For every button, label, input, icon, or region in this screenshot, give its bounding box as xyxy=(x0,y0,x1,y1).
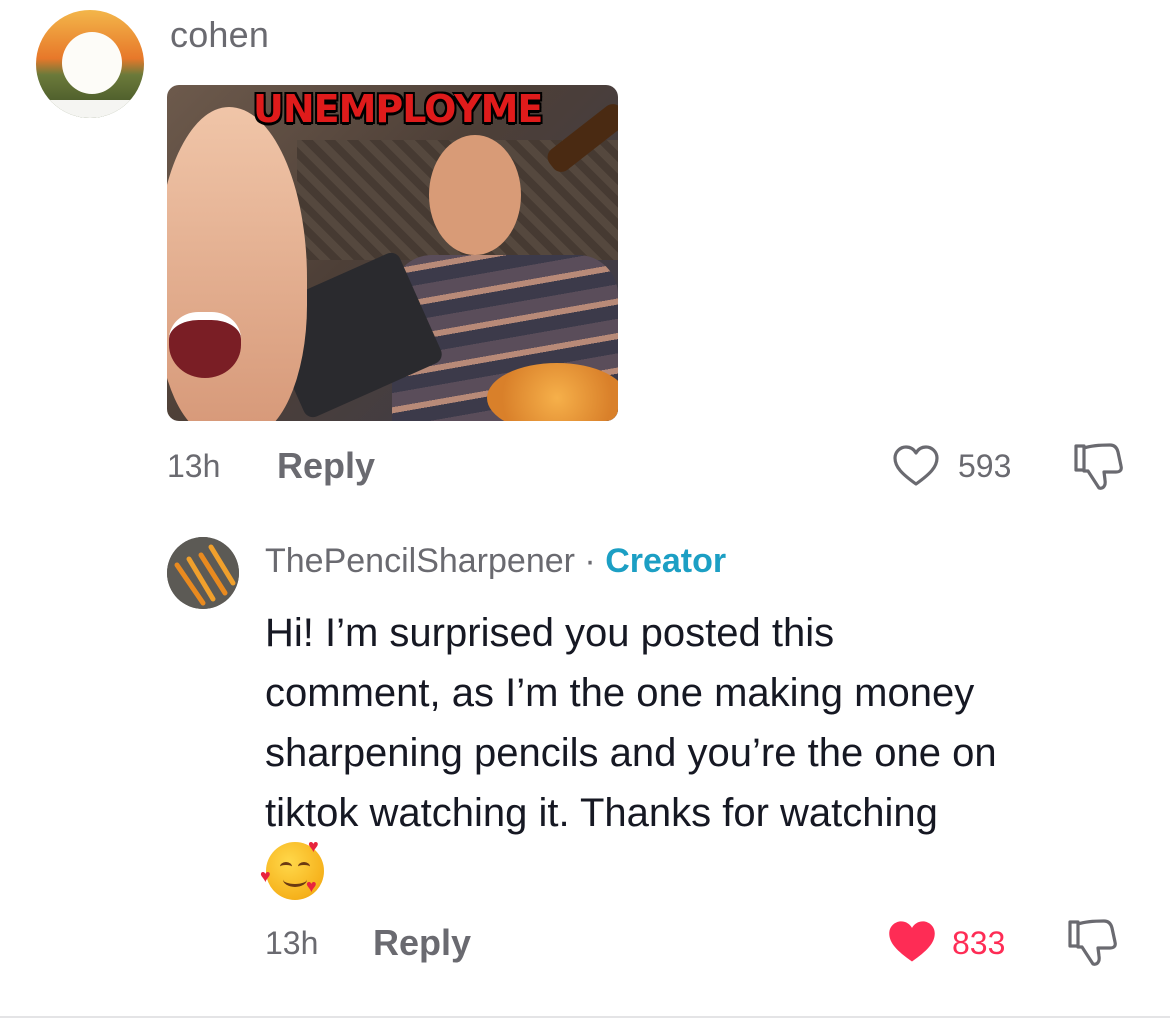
heart-outline-icon[interactable] xyxy=(892,444,940,488)
pencils-icon xyxy=(167,537,239,609)
creator-username[interactable]: ThePencilSharpener xyxy=(265,542,575,580)
creator-badge: Creator xyxy=(605,542,727,580)
reply-text-line: sharpening pencils and you’re the one on xyxy=(265,731,997,775)
reply-text-line: tiktok watching it. Thanks for watching xyxy=(265,791,938,835)
reply-timestamp: 13h xyxy=(265,925,319,961)
like-count: 593 xyxy=(958,448,1012,484)
heart-filled-icon[interactable] xyxy=(886,918,938,966)
thumbs-down-icon[interactable] xyxy=(1064,916,1120,968)
image-banner-text: UNEMPLOYME xyxy=(253,87,543,131)
thumbs-down-icon[interactable] xyxy=(1070,440,1126,492)
reply-text: Hi! I’m surprised you posted this commen… xyxy=(265,603,1155,843)
like-count: 833 xyxy=(952,925,1006,961)
comment-image[interactable]: UNEMPLOYME xyxy=(167,85,618,421)
reply-text-line: Hi! I’m surprised you posted this xyxy=(265,611,835,655)
reply-button[interactable]: Reply xyxy=(277,445,375,487)
smiling-face-with-hearts-emoji: ♥ ♥ ♥ xyxy=(260,836,324,900)
divider xyxy=(0,1016,1170,1018)
commenter-username[interactable]: cohen xyxy=(170,14,269,56)
reply-username-line: ThePencilSharpener · Creator xyxy=(265,542,726,581)
reply-button[interactable]: Reply xyxy=(373,922,471,964)
reply-text-line: comment, as I’m the one making money xyxy=(265,671,975,715)
creator-avatar[interactable] xyxy=(167,537,239,609)
separator-dot: · xyxy=(584,542,596,580)
commenter-avatar[interactable] xyxy=(36,10,144,118)
comment-timestamp: 13h xyxy=(167,448,221,484)
